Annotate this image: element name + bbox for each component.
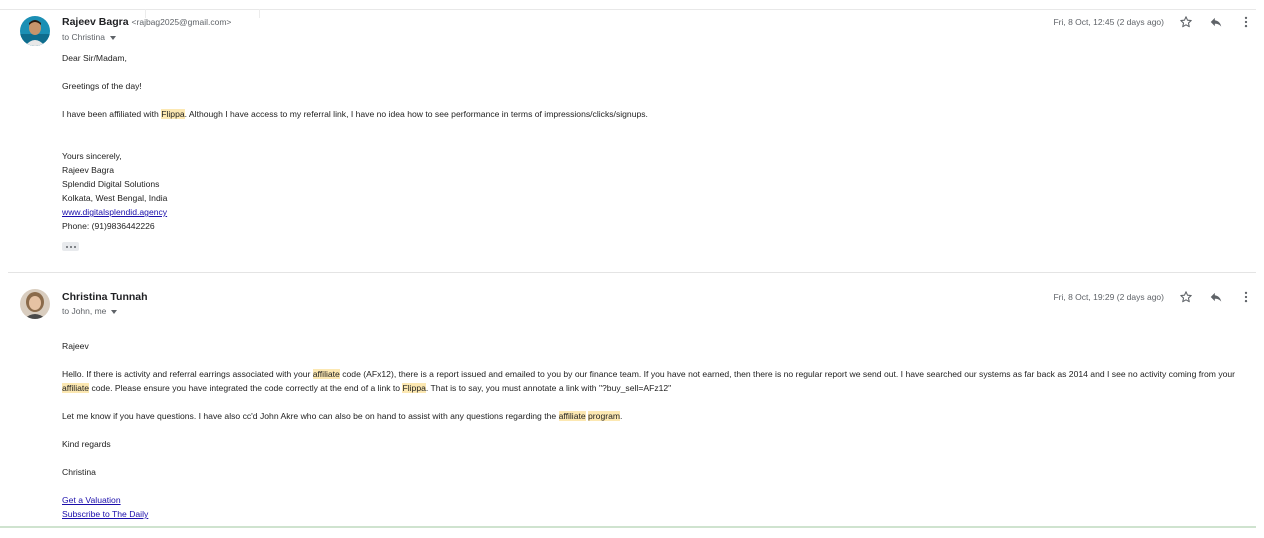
phone-line: Phone: (91)9836442226 xyxy=(62,221,155,231)
message-date: Fri, 8 Oct, 12:45 (2 days ago) xyxy=(1053,17,1164,27)
show-trimmed-content-button[interactable] xyxy=(62,242,79,251)
paragraph-text: . xyxy=(620,411,623,421)
paragraph-2: Let me know if you have questions. I hav… xyxy=(62,409,1254,423)
bottom-border xyxy=(0,526,1256,528)
paragraph-1: Hello. If there is activity and referral… xyxy=(62,367,1254,395)
message-body: Rajeev Hello. If there is activity and r… xyxy=(62,339,1254,521)
search-highlight: Flippa xyxy=(402,383,426,393)
signature-line: Rajeev Bagra xyxy=(62,165,115,175)
search-highlight: affiliate xyxy=(312,369,340,379)
sender-email: <rajbag2025@gmail.com> xyxy=(131,17,232,27)
recipient-text: to Christina xyxy=(62,32,105,42)
paragraph-text: code (AFx12), there is a report issued a… xyxy=(339,369,1236,379)
paragraph-text: . That is to say, you must annotate a li… xyxy=(425,383,672,393)
get-valuation-link[interactable]: Get a Valuation xyxy=(62,495,121,505)
search-highlight: affiliate xyxy=(558,411,586,421)
message-body: Dear Sir/Madam, Greetings of the day! I … xyxy=(62,51,1254,233)
paragraph-text: I have been affiliated with xyxy=(62,109,162,119)
signature-line: Splendid Digital Solutions xyxy=(62,179,160,189)
sender-name: Rajeev Bagra <rajbag2025@gmail.com> xyxy=(62,16,231,28)
website-link[interactable]: www.digitalsplendid.agency xyxy=(62,207,167,217)
reply-icon[interactable] xyxy=(1208,14,1224,30)
more-vert-icon[interactable] xyxy=(1238,289,1254,305)
recipient-details[interactable]: to Christina xyxy=(62,32,116,42)
message-divider xyxy=(8,272,1256,273)
paragraph-text: Hello. If there is activity and referral… xyxy=(62,369,313,379)
more-vert-icon[interactable] xyxy=(1238,14,1254,30)
reply-icon[interactable] xyxy=(1208,289,1224,305)
recipient-details[interactable]: to John, me xyxy=(62,306,118,316)
greeting-line: Greetings of the day! xyxy=(62,81,142,91)
message-date: Fri, 8 Oct, 19:29 (2 days ago) xyxy=(1053,292,1164,302)
chevron-down-icon[interactable] xyxy=(111,309,118,314)
star-icon[interactable] xyxy=(1178,14,1194,30)
email-message-2: Christina Tunnah to John, me Fri, 8 Oct,… xyxy=(0,283,1264,528)
paragraph-text: Let me know if you have questions. I hav… xyxy=(62,411,559,421)
greeting: Dear Sir/Madam, xyxy=(62,53,127,63)
search-highlight: program xyxy=(588,411,621,421)
search-highlight: Flippa xyxy=(161,109,185,119)
sender-name: Christina Tunnah xyxy=(62,291,148,303)
closing: Kind regards xyxy=(62,439,111,449)
recipient-text: to John, me xyxy=(62,306,107,316)
valuation-link-line: Get a Valuation xyxy=(62,493,1254,507)
star-icon[interactable] xyxy=(1178,289,1194,305)
sender-name-text: Rajeev Bagra xyxy=(62,16,129,28)
chevron-down-icon[interactable] xyxy=(110,35,116,40)
signature-name: Christina xyxy=(62,467,96,477)
search-highlight: affiliate xyxy=(62,383,90,393)
signature-line: Yours sincerely, xyxy=(62,151,122,161)
email-message-1: Rajeev Bagra <rajbag2025@gmail.com> to Ch… xyxy=(0,10,1264,272)
signature-line: Kolkata, West Bengal, India xyxy=(62,193,168,203)
website-link-line: www.digitalsplendid.agency xyxy=(62,205,1254,219)
paragraph-text: code. Please ensure you have integrated … xyxy=(89,383,403,393)
subscribe-daily-link[interactable]: Subscribe to The Daily xyxy=(62,509,148,519)
avatar-rajeev[interactable] xyxy=(20,16,50,46)
salutation: Rajeev xyxy=(62,341,89,351)
paragraph-text: . Although I have access to my referral … xyxy=(184,109,648,119)
avatar-christina[interactable] xyxy=(20,289,50,319)
subscribe-link-line: Subscribe to The Daily xyxy=(62,507,1254,521)
paragraph-1: I have been affiliated with Flippa. Alth… xyxy=(62,107,1254,121)
